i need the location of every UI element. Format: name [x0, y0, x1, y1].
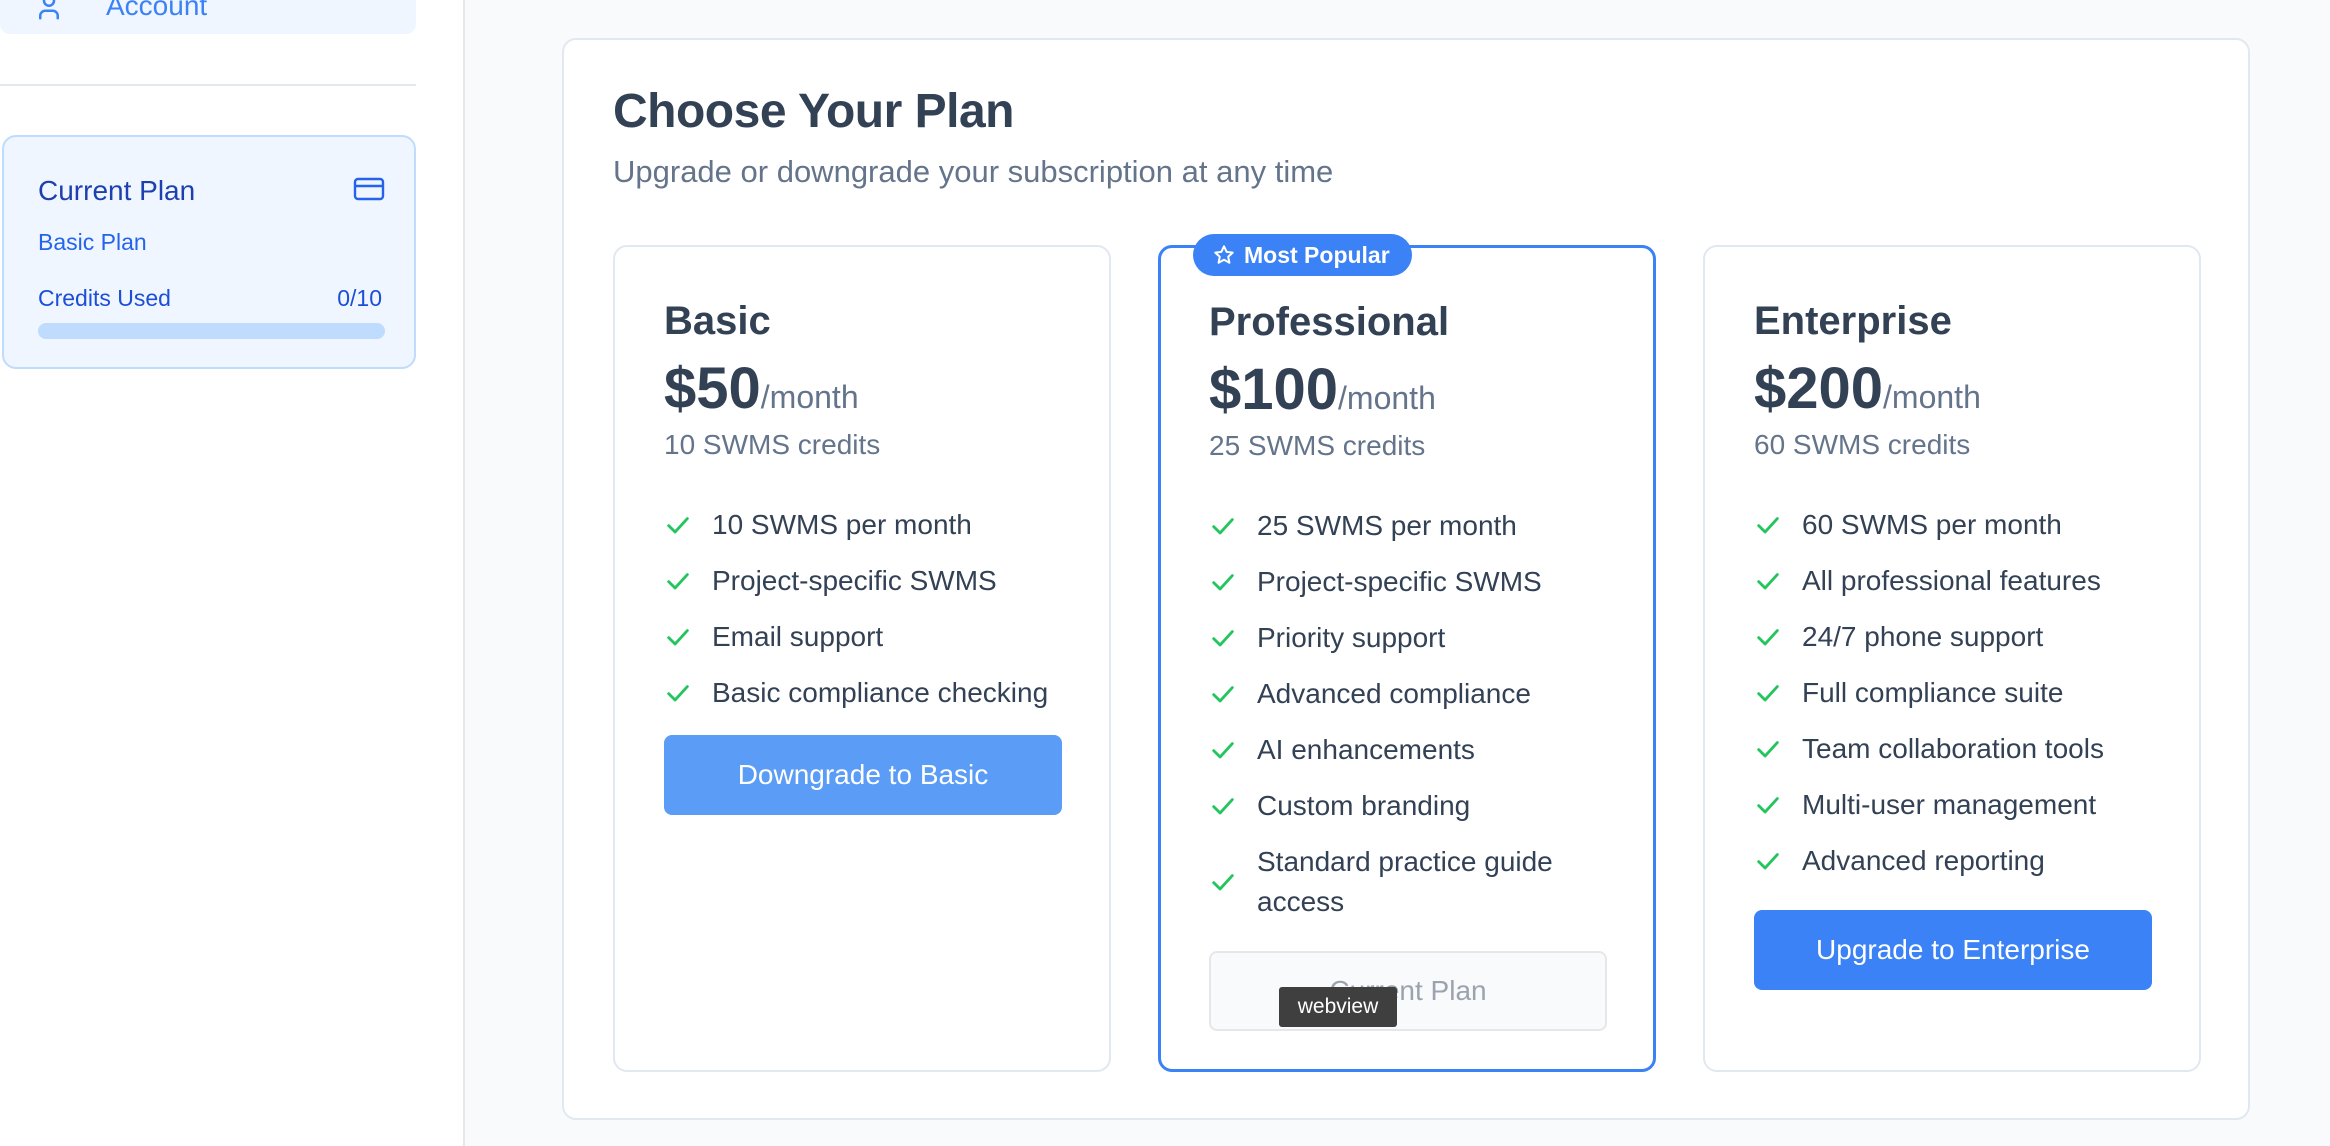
feature-list: 60 SWMS per month All professional featu… [1754, 497, 2164, 889]
feature-text: AI enhancements [1257, 734, 1475, 765]
feature-item: 25 SWMS per month [1209, 498, 1619, 554]
page-title: Choose Your Plan [613, 85, 1014, 138]
feature-item: Full compliance suite [1754, 665, 2164, 721]
feature-text: Email support [712, 621, 884, 652]
check-icon [1757, 797, 1779, 814]
plan-name: Basic [664, 299, 771, 343]
plan-period: /month [1883, 379, 1981, 415]
feature-item: 60 SWMS per month [1754, 497, 2164, 553]
current-plan-name: Basic Plan [38, 229, 147, 255]
plans-panel: Choose Your Plan Upgrade or downgrade yo… [562, 38, 2250, 1120]
plan-card-basic: Basic $50 /month 10 SWMS credits 10 SWMS… [613, 245, 1111, 1072]
credits-progress-bar [38, 323, 385, 339]
plan-card-professional: Most Popular Professional $100 /month 25… [1158, 234, 1656, 1072]
check-icon [1757, 853, 1779, 870]
feature-text: Priority support [1257, 622, 1446, 653]
plan-name: Professional [1209, 300, 1450, 344]
feature-text: Multi-user management [1802, 789, 2097, 820]
app: Account Current Plan Basic Plan Credits … [0, 0, 2330, 1146]
page-subtitle: Upgrade or downgrade your subscription a… [613, 154, 1334, 189]
check-icon [1212, 874, 1234, 891]
plan-price-row: $50 /month [664, 355, 859, 422]
feature-item: Basic compliance checking [664, 665, 1074, 721]
plan-credits: 25 SWMS credits [1209, 430, 1426, 461]
feature-text: Project-specific SWMS [712, 565, 997, 596]
feature-item: Advanced compliance [1209, 666, 1619, 722]
feature-text: All professional features [1802, 565, 2101, 596]
badge-label: Most Popular [1244, 241, 1390, 268]
plan-period: /month [1338, 380, 1436, 416]
check-icon [1212, 686, 1234, 703]
check-icon [1757, 629, 1779, 646]
feature-item: Standard practice guide access [1209, 834, 1619, 930]
feature-list: 25 SWMS per month Project-specific SWMS … [1209, 498, 1619, 930]
check-icon [1212, 630, 1234, 647]
plan-price: $200 [1754, 356, 1884, 421]
feature-text: Standard practice guide access [1257, 846, 1553, 917]
feature-item: 24/7 phone support [1754, 609, 2164, 665]
plan-card-enterprise: Enterprise $200 /month 60 SWMS credits 6… [1703, 245, 2201, 1072]
feature-text: Advanced compliance [1257, 678, 1531, 709]
feature-text: Basic compliance checking [712, 677, 1049, 708]
feature-text: Project-specific SWMS [1257, 566, 1542, 597]
feature-list: 10 SWMS per month Project-specific SWMS … [664, 497, 1074, 721]
check-icon [1757, 685, 1779, 702]
feature-item: 10 SWMS per month [664, 497, 1074, 553]
check-icon [1757, 573, 1779, 590]
feature-text: 25 SWMS per month [1257, 510, 1517, 541]
sidebar: Account Current Plan Basic Plan Credits … [0, 0, 465, 1146]
feature-item: Project-specific SWMS [664, 553, 1074, 609]
plan-name: Enterprise [1754, 299, 1952, 343]
feature-item: Team collaboration tools [1754, 721, 2164, 777]
plan-price: $50 [664, 356, 761, 421]
star-icon [1214, 245, 1234, 264]
feature-item: AI enhancements [1209, 722, 1619, 778]
feature-item: Multi-user management [1754, 777, 2164, 833]
upgrade-enterprise-button[interactable]: Upgrade to Enterprise [1754, 910, 2152, 990]
check-icon [1212, 798, 1234, 815]
check-icon [667, 517, 689, 534]
feature-text: 10 SWMS per month [712, 509, 972, 540]
plan-credits: 60 SWMS credits [1754, 429, 1971, 460]
check-icon [1212, 518, 1234, 535]
credits-used-value: 0/10 [337, 285, 382, 311]
feature-item: Email support [664, 609, 1074, 665]
feature-item: All professional features [1754, 553, 2164, 609]
current-plan-button[interactable]: Current Plan [1209, 951, 1607, 1031]
check-icon [667, 629, 689, 646]
plan-price-row: $100 /month [1209, 356, 1436, 423]
credit-card-icon [353, 177, 385, 201]
sidebar-item-label: Account [106, 0, 208, 21]
feature-text: Full compliance suite [1802, 677, 2064, 708]
feature-text: 24/7 phone support [1802, 621, 2044, 652]
current-plan-card: Current Plan Basic Plan Credits Used 0/1… [2, 135, 416, 369]
check-icon [1212, 742, 1234, 759]
plan-price-row: $200 /month [1754, 355, 1981, 422]
feature-item: Priority support [1209, 610, 1619, 666]
check-icon [1757, 741, 1779, 758]
check-icon [1212, 574, 1234, 591]
current-plan-title: Current Plan [38, 175, 196, 206]
feature-item: Custom branding [1209, 778, 1619, 834]
downgrade-basic-button[interactable]: Downgrade to Basic [664, 735, 1062, 815]
sidebar-divider [0, 84, 416, 86]
check-icon [1757, 517, 1779, 534]
webview-tooltip: webview [1279, 987, 1397, 1027]
feature-text: 60 SWMS per month [1802, 509, 2062, 540]
plan-credits: 10 SWMS credits [664, 429, 881, 460]
sidebar-item-account[interactable]: Account [0, 0, 416, 34]
plan-period: /month [760, 379, 859, 415]
user-icon [39, 0, 59, 20]
feature-item: Advanced reporting [1754, 833, 2164, 889]
check-icon [667, 685, 689, 702]
plan-price: $100 [1209, 357, 1339, 422]
feature-text: Team collaboration tools [1802, 733, 2104, 764]
feature-text: Advanced reporting [1802, 845, 2045, 876]
check-icon [667, 573, 689, 590]
feature-item: Project-specific SWMS [1209, 554, 1619, 610]
credits-used-label: Credits Used [38, 285, 171, 311]
most-popular-badge: Most Popular [1193, 234, 1412, 276]
feature-text: Custom branding [1257, 790, 1471, 821]
